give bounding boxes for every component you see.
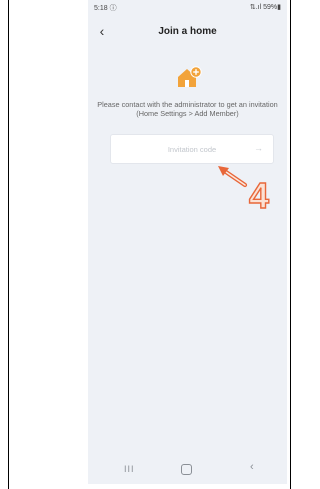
instructions-text: Please contact with the administrator to… [97, 100, 278, 118]
header: ‹ Join a home [88, 18, 287, 46]
annotation-step-number: 4 [248, 174, 269, 214]
invitation-code-placeholder: Invitation code [167, 145, 217, 154]
invitation-code-input[interactable]: Invitation code → [110, 134, 274, 164]
home-add-icon [178, 66, 202, 87]
recent-apps-button[interactable]: III [124, 464, 135, 474]
page-border-right [290, 0, 291, 489]
status-time: 5:18 ⓘ [94, 5, 117, 12]
status-indicators: ⇅.ıl 59%▮ [249, 4, 281, 11]
android-nav-bar: III ‹ [88, 456, 287, 484]
nav-back-button[interactable]: ‹ [250, 461, 254, 473]
annotation-step-label: 4 [249, 175, 269, 214]
submit-arrow-icon[interactable]: → [254, 143, 263, 153]
annotation-arrow-icon [218, 166, 248, 188]
home-button[interactable] [181, 464, 192, 475]
status-bar: 5:18 ⓘ ⇅.ıl 59%▮ [88, 0, 287, 16]
page-title: Join a home [158, 26, 217, 37]
page-border-left [8, 0, 9, 489]
phone-screen: 5:18 ⓘ ⇅.ıl 59%▮ ‹ Join a home Please co… [88, 0, 287, 484]
